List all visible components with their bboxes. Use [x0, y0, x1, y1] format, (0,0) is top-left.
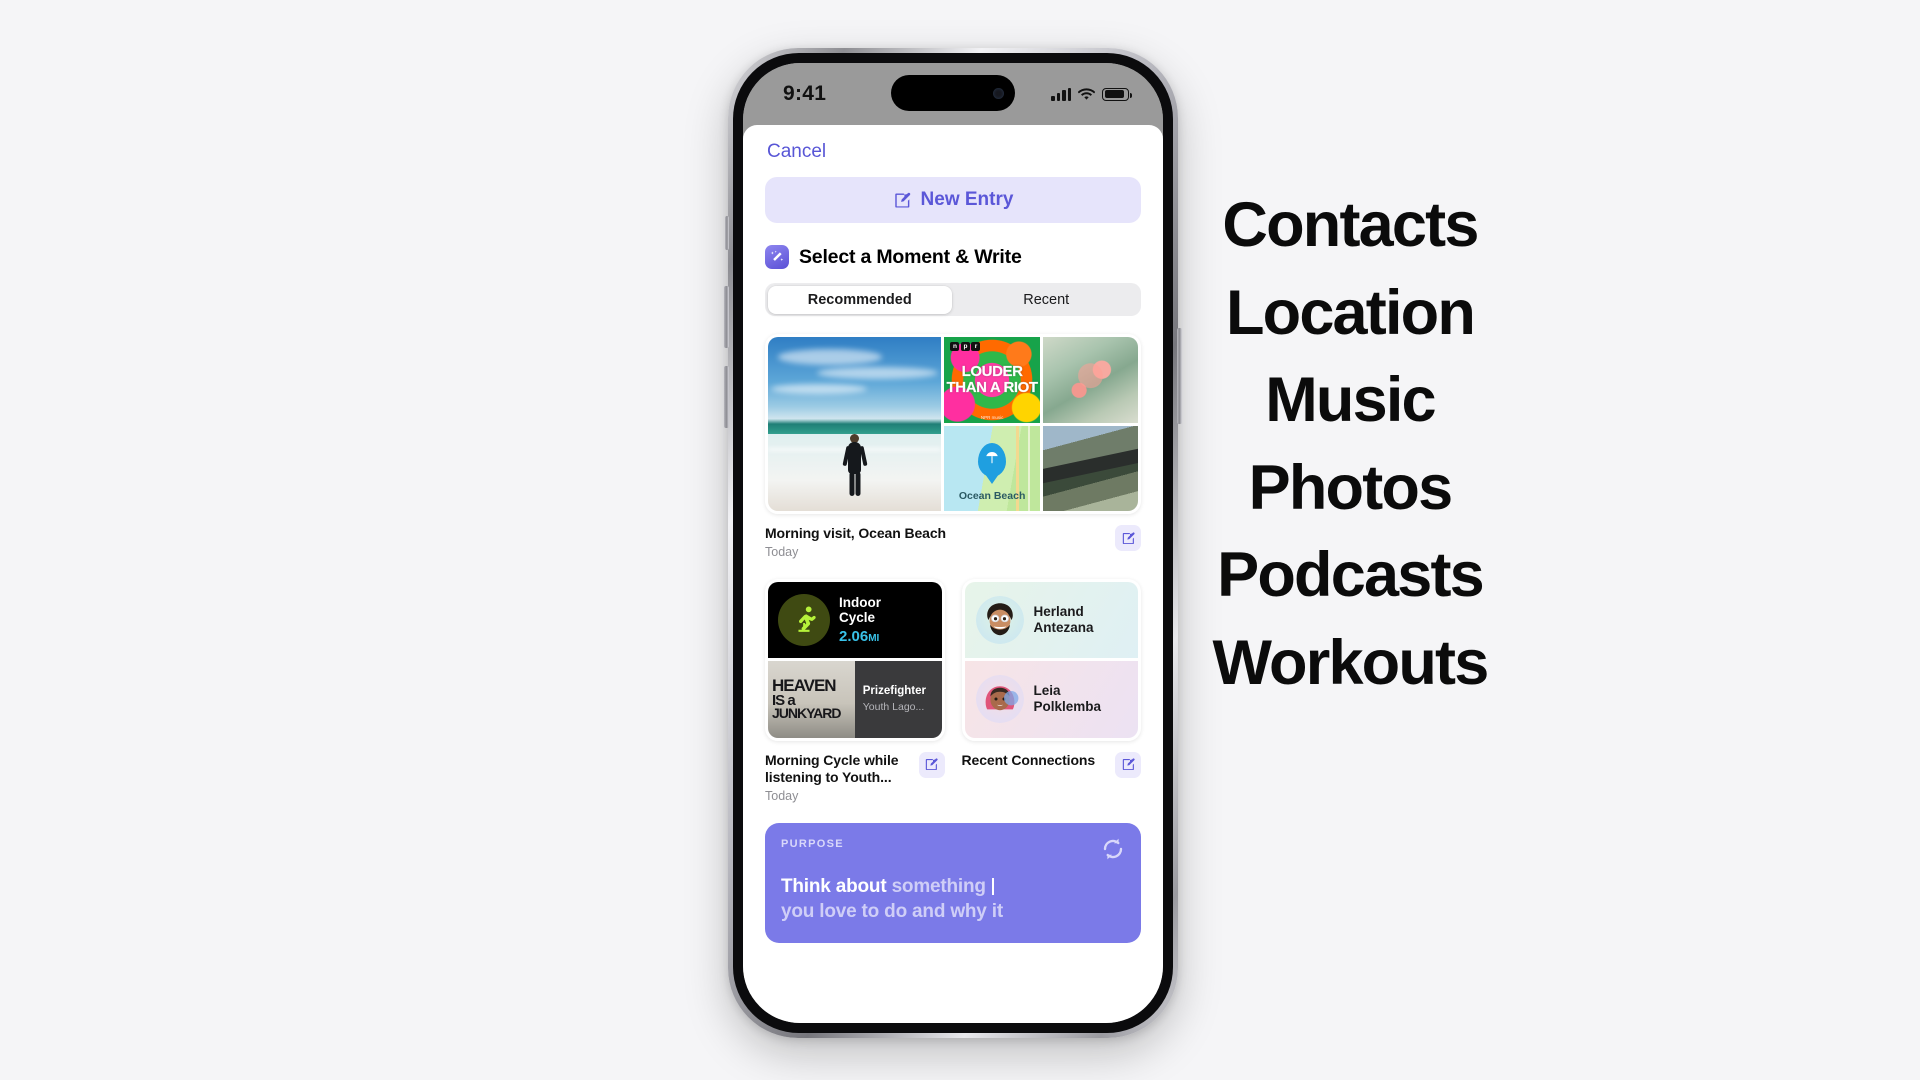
- write-entry-button-ocean-beach[interactable]: [1115, 525, 1141, 551]
- beach-umbrella-icon: [986, 451, 998, 464]
- sheet-scroll-area[interactable]: Cancel New Entry Select a Moment & Write…: [743, 125, 1163, 943]
- list-item-workouts: Workouts: [1212, 627, 1490, 698]
- text-caret: [991, 877, 994, 895]
- status-bar: 9:41: [743, 63, 1163, 125]
- list-item-contacts: Contacts: [1222, 190, 1479, 260]
- card-footer: Morning Cycle while listening to Youth..…: [765, 751, 945, 803]
- location-map-tile[interactable]: Ocean Beach: [944, 425, 1040, 511]
- dynamic-island: [891, 75, 1015, 111]
- suggestion-card-morning-cycle[interactable]: Indoor Cycle 2.06MI HEAVEN IS a JUNKYARD…: [765, 578, 945, 741]
- contact-row[interactable]: Leia Polklemba: [964, 661, 1138, 738]
- list-item-photos: Photos: [1248, 452, 1453, 523]
- list-item-podcasts: Podcasts: [1217, 540, 1485, 611]
- phone-frame: 9:41 Cancel New Entry Select a Moment & …: [724, 48, 1182, 1038]
- status-bar-clock: 9:41: [783, 82, 827, 105]
- suggestion-row-two: Indoor Cycle 2.06MI HEAVEN IS a JUNKYARD…: [765, 578, 1141, 741]
- tab-recommended[interactable]: Recommended: [767, 285, 952, 314]
- prompt-dim-2: you love to do and why it: [781, 900, 1003, 922]
- avatar: [975, 675, 1024, 724]
- contact-name: Leia Polklemba: [1033, 683, 1102, 715]
- data-source-list: Contacts Location Music Photos Podcasts …: [1140, 182, 1560, 707]
- compose-icon: [893, 191, 912, 210]
- compose-icon: [1122, 758, 1135, 771]
- prompt-dim-1: something: [891, 875, 986, 897]
- track-title: Prizefighter: [862, 685, 927, 698]
- map-pin: [978, 442, 1007, 477]
- phone-screen: 9:41 Cancel New Entry Select a Moment & …: [743, 63, 1163, 1023]
- suggestion-title: Recent Connections: [961, 751, 1096, 768]
- album-artwork: HEAVEN IS a JUNKYARD: [768, 661, 855, 738]
- suggestion-title: Morning visit, Ocean Beach: [765, 525, 946, 541]
- npr-logo-icon: npr: [950, 342, 981, 351]
- card-footer-text: Morning visit, Ocean Beach Today: [765, 525, 1105, 559]
- volume-down-button[interactable]: [724, 366, 729, 428]
- contact-name: Herland Antezana: [1033, 603, 1094, 635]
- workout-info: Indoor Cycle 2.06MI: [839, 595, 881, 645]
- compose-icon: [1122, 531, 1135, 544]
- music-tile[interactable]: HEAVEN IS a JUNKYARD Prizefighter Youth …: [768, 661, 942, 738]
- wifi-icon: [1078, 87, 1095, 100]
- beach-photo-tile[interactable]: [768, 337, 942, 511]
- surfer-figure: [842, 434, 868, 497]
- suggestion-row-two-footers: Morning Cycle while listening to Youth..…: [765, 751, 1141, 803]
- suggestion-card-ocean-beach[interactable]: npr LOUDER THAN A RIOT NPR music Ocean B…: [765, 334, 1141, 559]
- coastal-road-photo-tile[interactable]: [1042, 425, 1138, 511]
- avatar: [975, 595, 1024, 644]
- podcast-cover-tile[interactable]: npr LOUDER THAN A RIOT NPR music: [944, 337, 1040, 423]
- shell-photo-tile[interactable]: [1042, 337, 1138, 423]
- new-entry-label: New Entry: [920, 189, 1014, 210]
- section-title: Select a Moment & Write: [799, 245, 1022, 268]
- compose-icon: [925, 758, 938, 771]
- workout-name: Indoor Cycle: [839, 594, 881, 625]
- journal-suggestions-sheet: Cancel New Entry Select a Moment & Write…: [743, 125, 1163, 1023]
- suggestion-title: Morning Cycle while listening to Youth..…: [765, 751, 899, 786]
- card-footer-text: Recent Connections: [962, 752, 1108, 770]
- magic-wand-icon: [765, 245, 789, 269]
- status-bar-indicators: [1051, 87, 1132, 101]
- purpose-prompt-card[interactable]: PURPOSE Think about something you love t…: [765, 822, 1141, 943]
- cellular-bars-icon: [1051, 87, 1071, 101]
- battery-icon: [1102, 87, 1132, 101]
- purpose-prompt-text: Think about something you love to do and…: [781, 874, 1125, 924]
- track-artist: Youth Lago...: [862, 701, 925, 714]
- write-entry-button-recent-connections[interactable]: [1115, 751, 1141, 778]
- workout-tile[interactable]: Indoor Cycle 2.06MI: [768, 581, 942, 658]
- volume-up-button[interactable]: [724, 286, 729, 348]
- suggestion-subtitle: Today: [765, 544, 799, 559]
- refresh-icon: [1103, 838, 1123, 859]
- list-item-location: Location: [1225, 277, 1476, 348]
- suggestion-subtitle: Today: [765, 788, 799, 803]
- workout-distance: 2.06MI: [839, 627, 880, 645]
- music-metadata: Prizefighter Youth Lago...: [854, 661, 942, 738]
- iphone-mockup: 9:41 Cancel New Entry Select a Moment & …: [724, 48, 1182, 1038]
- card-footer: Recent Connections: [962, 751, 1141, 778]
- indoor-cycle-icon: [798, 606, 816, 632]
- tab-recent[interactable]: Recent: [954, 286, 1139, 314]
- section-header: Select a Moment & Write: [765, 245, 1141, 269]
- silent-switch[interactable]: [725, 216, 729, 250]
- podcast-title: LOUDER THAN A RIOT: [946, 363, 1038, 396]
- map-place-label: Ocean Beach: [958, 490, 1026, 503]
- workout-ring: [778, 593, 830, 646]
- contact-row[interactable]: Herland Antezana: [964, 581, 1138, 658]
- screenshot-stage: 9:41 Cancel New Entry Select a Moment & …: [0, 0, 1920, 1080]
- front-camera-icon: [993, 87, 1004, 99]
- suggestion-card-recent-connections[interactable]: Herland Antezana Leia Polklemba: [961, 578, 1141, 741]
- phone-bezel: 9:41 Cancel New Entry Select a Moment & …: [733, 53, 1173, 1033]
- card-footer-text: Morning Cycle while listening to Youth..…: [765, 752, 911, 803]
- suggestions-segmented-control[interactable]: Recommended Recent: [765, 283, 1141, 316]
- podcast-footer: NPR music: [980, 414, 1004, 420]
- card-footer: Morning visit, Ocean Beach Today: [765, 525, 1141, 559]
- cancel-button[interactable]: Cancel: [765, 125, 826, 173]
- write-entry-button-morning-cycle[interactable]: [918, 751, 945, 778]
- list-item-music: Music: [1265, 365, 1436, 436]
- prompt-strong: Think about: [781, 875, 887, 897]
- refresh-button[interactable]: [1099, 835, 1127, 863]
- album-title: HEAVEN IS a JUNKYARD: [772, 676, 842, 722]
- photo-collage[interactable]: npr LOUDER THAN A RIOT NPR music Ocean B…: [765, 334, 1141, 514]
- new-entry-button[interactable]: New Entry: [765, 177, 1141, 223]
- purpose-label: PURPOSE: [781, 837, 844, 850]
